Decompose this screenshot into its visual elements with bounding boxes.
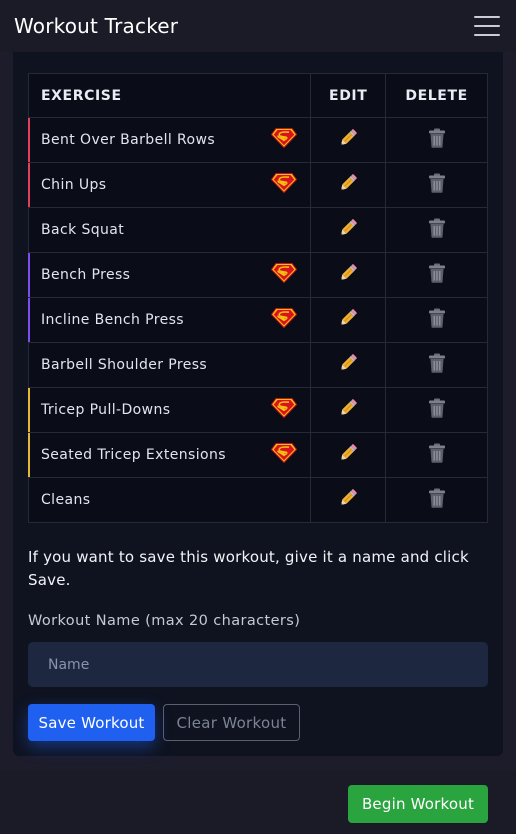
footer-bar: Begin Workout: [0, 770, 516, 834]
edit-cell: [310, 387, 387, 433]
pencil-icon[interactable]: [337, 307, 359, 333]
header-exercise: EXERCISE: [27, 73, 312, 118]
delete-cell: [385, 117, 488, 163]
pencil-icon[interactable]: [337, 352, 359, 378]
exercise-name-cell: Tricep Pull-Downs: [27, 387, 312, 433]
superman-icon: [271, 173, 298, 197]
header-edit: EDIT: [310, 73, 387, 118]
trash-icon[interactable]: [428, 398, 446, 422]
delete-cell: [385, 252, 488, 298]
pencil-icon[interactable]: [337, 127, 359, 153]
table-row: Cleans: [27, 477, 488, 523]
exercise-name-cell: Incline Bench Press: [27, 297, 312, 343]
exercise-name-cell: Bench Press: [27, 252, 312, 298]
delete-cell: [385, 477, 488, 523]
superman-icon: [271, 398, 298, 422]
edit-cell: [310, 297, 387, 343]
trash-icon[interactable]: [428, 218, 446, 242]
exercise-name: Back Squat: [41, 222, 125, 238]
table-row: Back Squat: [27, 207, 488, 253]
edit-cell: [310, 342, 387, 388]
workout-card: EXERCISE EDIT DELETE Bent Over Barbell R…: [13, 52, 503, 756]
exercise-table: EXERCISE EDIT DELETE Bent Over Barbell R…: [27, 73, 488, 523]
exercise-name: Seated Tricep Extensions: [41, 447, 226, 463]
pencil-icon[interactable]: [337, 172, 359, 198]
exercise-name-cell: Back Squat: [27, 207, 312, 253]
delete-cell: [385, 297, 488, 343]
workout-name-label: Workout Name (max 20 characters): [28, 613, 301, 629]
trash-icon[interactable]: [428, 173, 446, 197]
delete-cell: [385, 432, 488, 478]
trash-icon[interactable]: [428, 488, 446, 512]
superset-group-indicator: [28, 298, 30, 342]
delete-cell: [385, 162, 488, 208]
superman-icon: [271, 308, 298, 332]
superman-icon: [271, 263, 298, 287]
pencil-icon[interactable]: [337, 262, 359, 288]
exercise-name: Bench Press: [41, 267, 131, 283]
exercise-name-cell: Bent Over Barbell Rows: [27, 117, 312, 163]
exercise-name: Bent Over Barbell Rows: [41, 132, 216, 148]
table-header-row: EXERCISE EDIT DELETE: [27, 73, 488, 118]
superman-icon: [271, 443, 298, 467]
delete-cell: [385, 387, 488, 433]
pencil-icon[interactable]: [337, 442, 359, 468]
edit-cell: [310, 252, 387, 298]
superset-group-indicator: [28, 253, 30, 297]
pencil-icon[interactable]: [337, 487, 359, 513]
exercise-name-cell: Seated Tricep Extensions: [27, 432, 312, 478]
delete-cell: [385, 207, 488, 253]
exercise-name: Tricep Pull-Downs: [41, 402, 171, 418]
table-row: Barbell Shoulder Press: [27, 342, 488, 388]
app-title[interactable]: Workout Tracker: [14, 14, 178, 38]
edit-cell: [310, 207, 387, 253]
exercise-name-cell: Barbell Shoulder Press: [27, 342, 312, 388]
table-row: Incline Bench Press: [27, 297, 488, 343]
table-row: Bench Press: [27, 252, 488, 298]
top-navbar: Workout Tracker: [0, 0, 516, 52]
edit-cell: [310, 477, 387, 523]
trash-icon[interactable]: [428, 443, 446, 467]
workout-name-input[interactable]: [28, 642, 488, 687]
trash-icon[interactable]: [428, 128, 446, 152]
table-row: Tricep Pull-Downs: [27, 387, 488, 433]
exercise-name-cell: Chin Ups: [27, 162, 312, 208]
superset-group-indicator: [28, 388, 30, 432]
begin-workout-button[interactable]: Begin Workout: [348, 785, 488, 823]
pencil-icon[interactable]: [337, 217, 359, 243]
edit-cell: [310, 162, 387, 208]
hamburger-menu-icon[interactable]: [474, 16, 500, 36]
trash-icon[interactable]: [428, 308, 446, 332]
exercise-name: Incline Bench Press: [41, 312, 184, 328]
edit-cell: [310, 432, 387, 478]
trash-icon[interactable]: [428, 353, 446, 377]
exercise-name-cell: Cleans: [27, 477, 312, 523]
edit-cell: [310, 117, 387, 163]
trash-icon[interactable]: [428, 263, 446, 287]
save-workout-button[interactable]: Save Workout: [28, 704, 155, 741]
exercise-name: Cleans: [41, 492, 91, 508]
exercise-name: Barbell Shoulder Press: [41, 357, 208, 373]
table-row: Bent Over Barbell Rows: [27, 117, 488, 163]
pencil-icon[interactable]: [337, 397, 359, 423]
superset-group-indicator: [28, 163, 30, 207]
save-instructions: If you want to save this workout, give i…: [28, 548, 469, 589]
superset-group-indicator: [28, 433, 30, 477]
exercise-table-body: Bent Over Barbell Rows Chin Ups Back Squat…: [27, 117, 488, 523]
table-row: Chin Ups: [27, 162, 488, 208]
superset-group-indicator: [28, 118, 30, 162]
delete-cell: [385, 342, 488, 388]
header-delete: DELETE: [385, 73, 488, 118]
superman-icon: [271, 128, 298, 152]
table-row: Seated Tricep Extensions: [27, 432, 488, 478]
clear-workout-button[interactable]: Clear Workout: [163, 704, 300, 741]
exercise-name: Chin Ups: [41, 177, 107, 193]
